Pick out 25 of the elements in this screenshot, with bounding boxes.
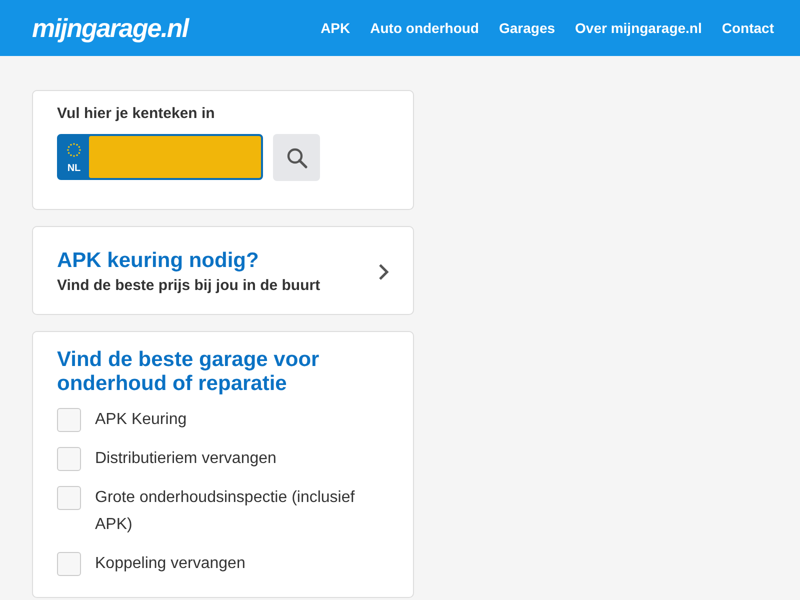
card-title: Vind de beste garage voor onderhoud of reparatie: [57, 348, 320, 396]
checkbox-label[interactable]: Grote onderhoudsinspectie (inclusief APK): [95, 484, 389, 538]
card-title: APK keuring nodig?: [57, 249, 260, 273]
checkbox[interactable]: [57, 486, 81, 510]
checkbox-label[interactable]: APK Keuring: [95, 406, 187, 433]
search-icon: [286, 146, 308, 168]
apk-link-card[interactable]: APK keuring nodig? Vind de beste prijs bij jou in de buurt: [32, 226, 414, 315]
nav-link[interactable]: APK: [320, 20, 350, 36]
checkbox[interactable]: [57, 447, 81, 471]
field-label: Vul hier je kenteken in: [57, 105, 216, 122]
nav-link[interactable]: Over mijngarage.nl: [575, 20, 702, 36]
checkbox[interactable]: [57, 408, 81, 432]
search-button[interactable]: [273, 134, 320, 181]
nav-link[interactable]: Garages: [499, 20, 556, 36]
checkbox[interactable]: [57, 552, 81, 576]
nav-link[interactable]: Auto onderhoud: [370, 20, 479, 36]
checkbox-label[interactable]: Distributieriem vervangen: [95, 445, 276, 472]
chevron-right-icon: [377, 262, 389, 280]
license-plate-field[interactable]: NL: [57, 134, 263, 180]
card-subtitle: Vind de beste prijs bij jou in de buurt: [57, 277, 320, 294]
country-code: NL: [67, 162, 81, 174]
site-logo[interactable]: mijngarage.nl: [32, 12, 188, 44]
eu-stars-icon: [65, 140, 83, 158]
checkbox-label[interactable]: Koppeling vervangen: [95, 550, 246, 577]
nav-link[interactable]: Contact: [722, 20, 774, 36]
